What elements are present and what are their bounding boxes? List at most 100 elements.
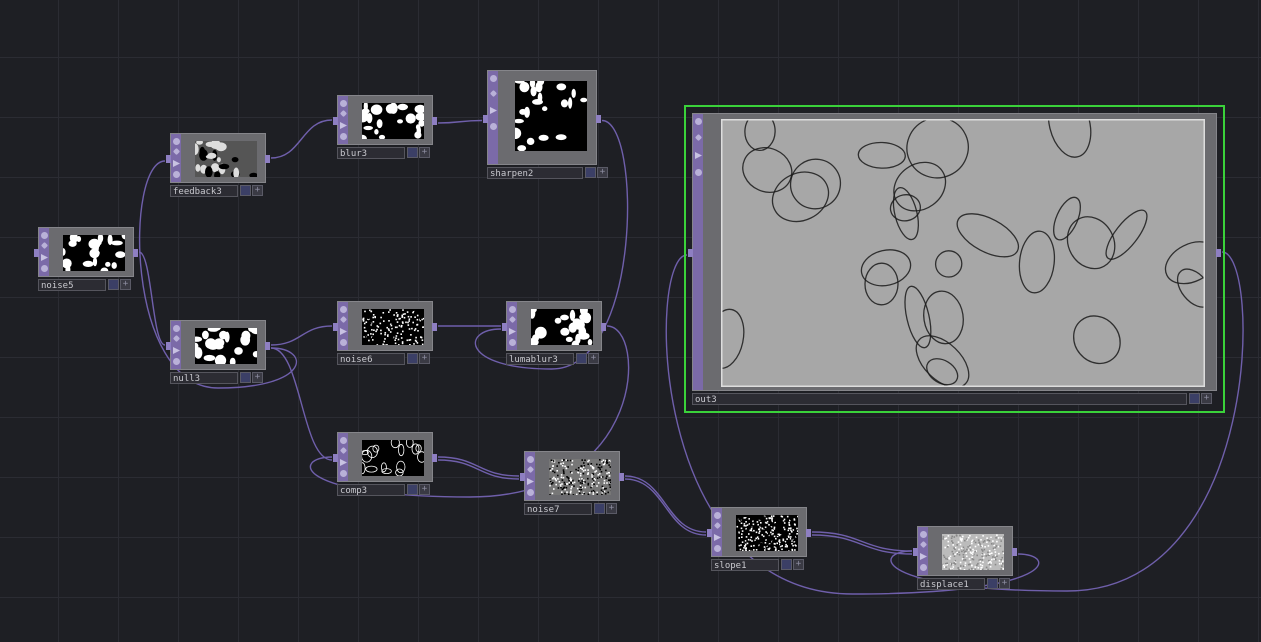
lock-flag-icon[interactable] [340,133,347,140]
plus-icon[interactable]: + [588,353,599,364]
viewer-flag-icon[interactable] [509,306,516,313]
plus-icon[interactable]: + [252,185,263,196]
view-toggle-icon[interactable] [407,147,418,158]
output-connector[interactable] [133,249,138,257]
bypass-flag-icon[interactable] [489,89,498,98]
view-toggle-icon[interactable] [240,185,251,196]
view-toggle-icon[interactable] [108,279,119,290]
node-name-label[interactable]: displace1 [917,578,985,590]
lock-flag-icon[interactable] [340,470,347,477]
wire-slope1-to-displace1[interactable] [811,531,913,552]
plus-icon[interactable]: + [793,559,804,570]
output-connector[interactable] [432,454,437,462]
input-connector[interactable] [707,529,712,537]
wire-noise7-to-slope1[interactable] [624,478,707,536]
node-noise7[interactable]: noise7 + [520,451,624,515]
wire-null3-to-noise6[interactable] [270,325,333,346]
display-flag-icon[interactable] [714,534,721,541]
plus-icon[interactable]: + [606,503,617,514]
input-connector[interactable] [688,249,693,257]
display-flag-icon[interactable] [490,107,497,114]
input-connector[interactable] [333,323,338,331]
wire-feedback3-to-blur3[interactable] [270,119,333,159]
node-name-label[interactable]: blur3 [337,147,405,159]
node-feedback3[interactable]: feedback3 + [166,133,270,197]
node-body[interactable] [166,320,270,370]
display-flag-icon[interactable] [340,328,347,335]
viewer-flag-icon[interactable] [695,118,702,125]
plus-icon[interactable]: + [999,578,1010,589]
node-body[interactable] [688,113,1221,391]
node-body[interactable] [333,432,437,482]
display-flag-icon[interactable] [509,328,516,335]
node-null3[interactable]: null3 + [166,320,270,384]
bypass-flag-icon[interactable] [508,315,517,324]
node-body[interactable] [333,301,437,351]
bypass-flag-icon[interactable] [339,446,348,455]
view-toggle-icon[interactable] [407,353,418,364]
plus-icon[interactable]: + [419,147,430,158]
lock-flag-icon[interactable] [920,564,927,571]
node-name-label[interactable]: null3 [170,372,238,384]
node-name-label[interactable]: feedback3 [170,185,238,197]
output-connector[interactable] [806,529,811,537]
lock-flag-icon[interactable] [41,265,48,272]
node-blur3[interactable]: blur3 + [333,95,437,159]
lock-flag-icon[interactable] [340,339,347,346]
node-slope1[interactable]: slope1 + [707,507,811,571]
node-name-label[interactable]: noise7 [524,503,592,515]
lock-flag-icon[interactable] [527,489,534,496]
node-comp3[interactable]: comp3 + [333,432,437,496]
node-body[interactable] [707,507,811,557]
bypass-flag-icon[interactable] [526,465,535,474]
viewer-flag-icon[interactable] [527,456,534,463]
display-flag-icon[interactable] [695,152,702,159]
viewer-flag-icon[interactable] [173,138,180,145]
wire-noise7-to-slope1[interactable] [624,475,707,533]
node-name-label[interactable]: comp3 [337,484,405,496]
plus-icon[interactable]: + [419,484,430,495]
wire-noise5-to-null3[interactable] [138,251,166,346]
display-flag-icon[interactable] [527,478,534,485]
node-out3[interactable]: out3 + [688,113,1221,405]
input-connector[interactable] [34,249,39,257]
node-name-label[interactable]: sharpen2 [487,167,583,179]
node-lumablur3[interactable]: lumablur3 + [502,301,606,365]
viewer-flag-icon[interactable] [41,232,48,239]
viewer-flag-icon[interactable] [173,325,180,332]
node-body[interactable] [166,133,270,183]
bypass-flag-icon[interactable] [172,334,181,343]
lock-flag-icon[interactable] [714,545,721,552]
lock-flag-icon[interactable] [173,171,180,178]
bypass-flag-icon[interactable] [694,133,703,142]
node-noise6[interactable]: noise6 + [333,301,437,365]
node-displace1[interactable]: displace1 + [913,526,1017,590]
lock-flag-icon[interactable] [173,358,180,365]
display-flag-icon[interactable] [340,459,347,466]
plus-icon[interactable]: + [597,167,608,178]
plus-icon[interactable]: + [419,353,430,364]
lock-flag-icon[interactable] [509,339,516,346]
viewer-flag-icon[interactable] [340,100,347,107]
node-name-label[interactable]: out3 [692,393,1187,405]
bypass-flag-icon[interactable] [339,109,348,118]
output-connector[interactable] [1216,249,1221,257]
wire-blur3-to-sharpen2[interactable] [437,119,483,124]
output-connector[interactable] [432,117,437,125]
input-connector[interactable] [913,548,918,556]
plus-icon[interactable]: + [120,279,131,290]
input-connector[interactable] [502,323,507,331]
viewer-flag-icon[interactable] [490,75,497,82]
view-toggle-icon[interactable] [407,484,418,495]
display-flag-icon[interactable] [41,254,48,261]
node-body[interactable] [333,95,437,145]
display-flag-icon[interactable] [920,553,927,560]
input-connector[interactable] [520,473,525,481]
input-connector[interactable] [333,117,338,125]
lock-flag-icon[interactable] [490,123,497,130]
view-toggle-icon[interactable] [240,372,251,383]
output-connector[interactable] [432,323,437,331]
node-body[interactable] [34,227,138,277]
plus-icon[interactable]: + [1201,393,1212,404]
bypass-flag-icon[interactable] [339,315,348,324]
